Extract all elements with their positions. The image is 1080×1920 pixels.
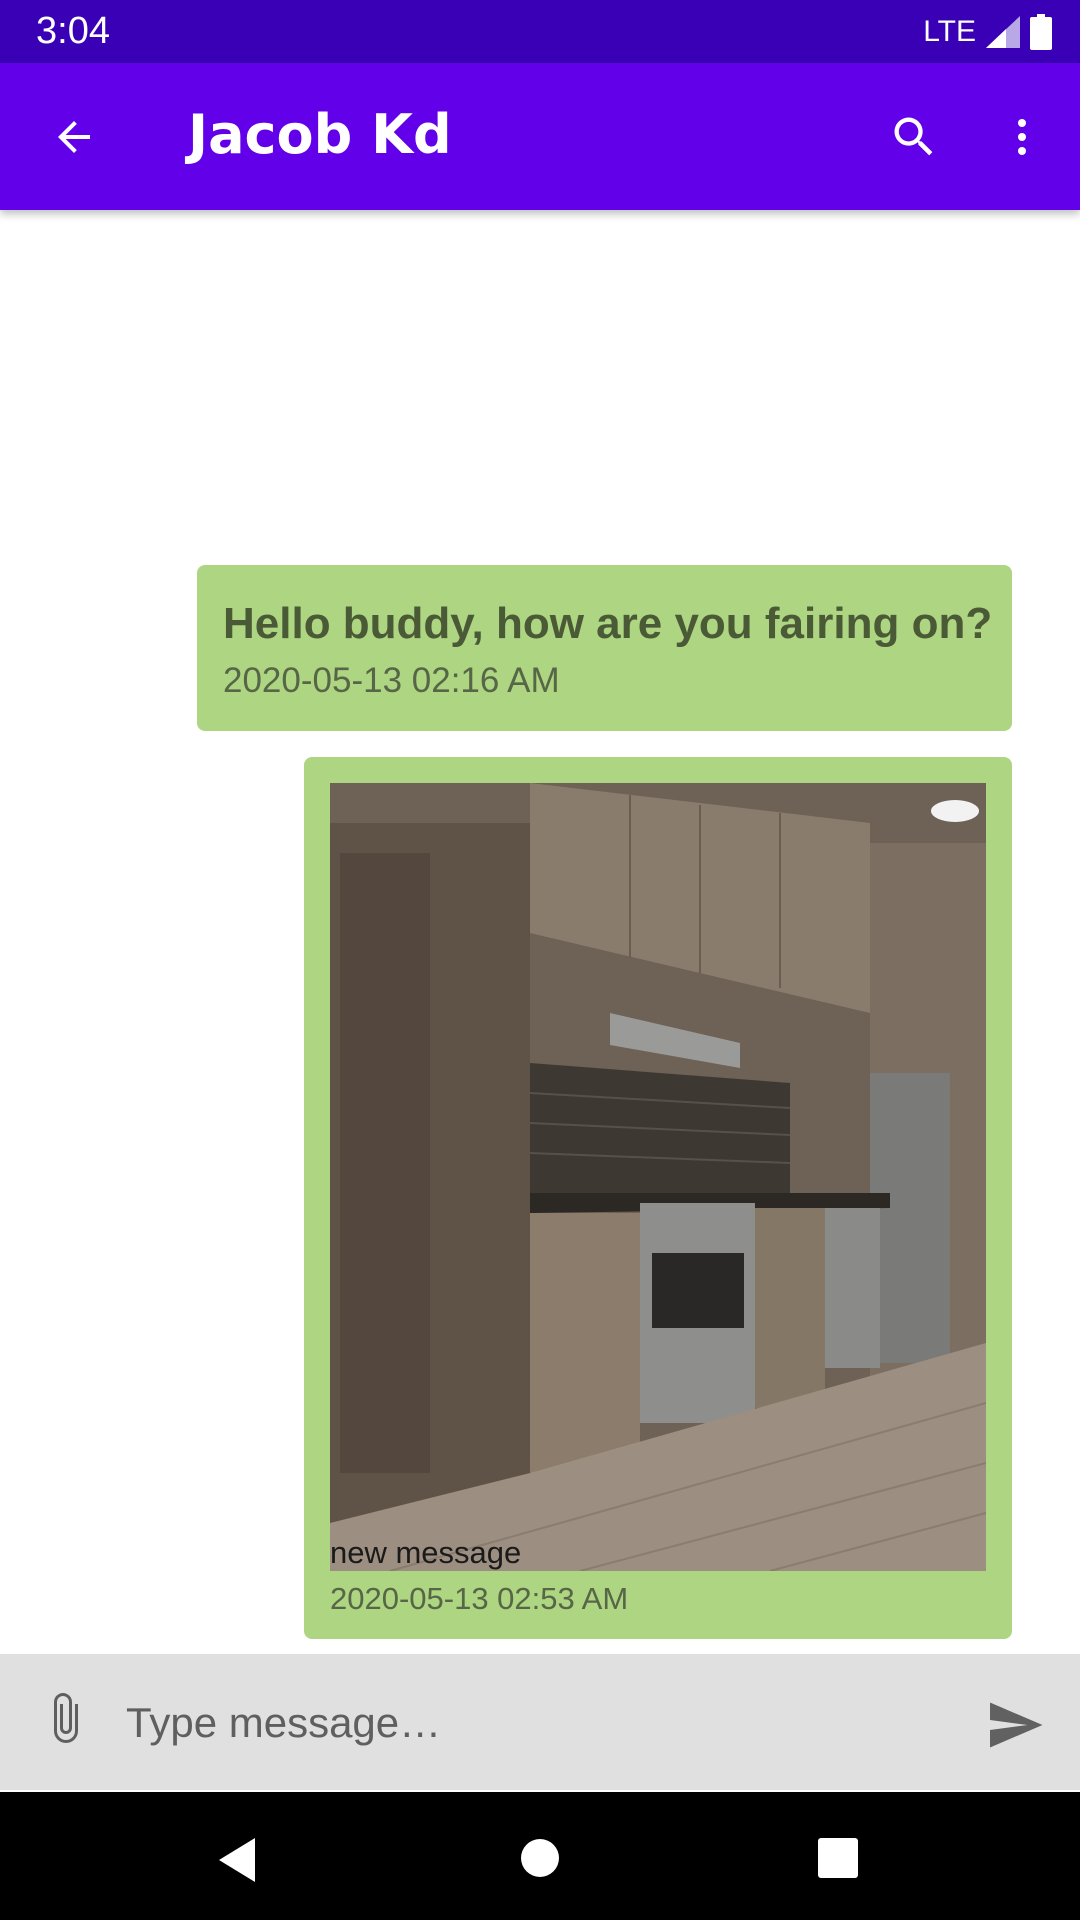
- back-button[interactable]: [40, 103, 108, 171]
- nav-back-icon[interactable]: [215, 1836, 259, 1884]
- message-timestamp: 2020-05-13 02:16 AM: [223, 661, 560, 700]
- app-bar: Jacob Kd: [0, 63, 1080, 210]
- message-input[interactable]: [124, 1678, 948, 1768]
- paperclip-icon: [54, 1693, 78, 1743]
- message-composer: [0, 1654, 1080, 1790]
- attach-button[interactable]: [36, 1688, 96, 1756]
- image-caption: new message: [330, 1535, 522, 1570]
- message-timestamp: 2020-05-13 02:53 AM: [330, 1581, 629, 1616]
- status-bar: 3:04 LTE: [0, 0, 1080, 63]
- message-image[interactable]: [330, 783, 986, 1571]
- network-type-label: LTE: [923, 15, 976, 48]
- message-bubble[interactable]: Hello buddy, how are you fairing on? 202…: [197, 565, 1012, 731]
- search-button[interactable]: [880, 103, 948, 171]
- battery-icon: [1030, 14, 1052, 50]
- message-text: Hello buddy, how are you fairing on?: [223, 599, 993, 648]
- send-icon: [990, 1702, 1043, 1748]
- more-options-button[interactable]: [988, 103, 1056, 171]
- more-vert-icon: [1018, 119, 1026, 155]
- image-message-bubble[interactable]: new message 2020-05-13 02:53 AM: [304, 757, 1012, 1639]
- signal-icon: [986, 16, 1020, 48]
- search-icon: [894, 117, 933, 156]
- send-button[interactable]: [980, 1690, 1050, 1760]
- conversation-title: Jacob Kd: [188, 103, 452, 166]
- arrow-back-icon: [58, 121, 90, 153]
- status-time: 3:04: [36, 10, 110, 52]
- nav-home-icon[interactable]: [520, 1838, 560, 1878]
- kitchen-photo: [330, 783, 986, 1571]
- status-icons: LTE: [923, 12, 1052, 52]
- nav-recents-icon[interactable]: [818, 1838, 858, 1878]
